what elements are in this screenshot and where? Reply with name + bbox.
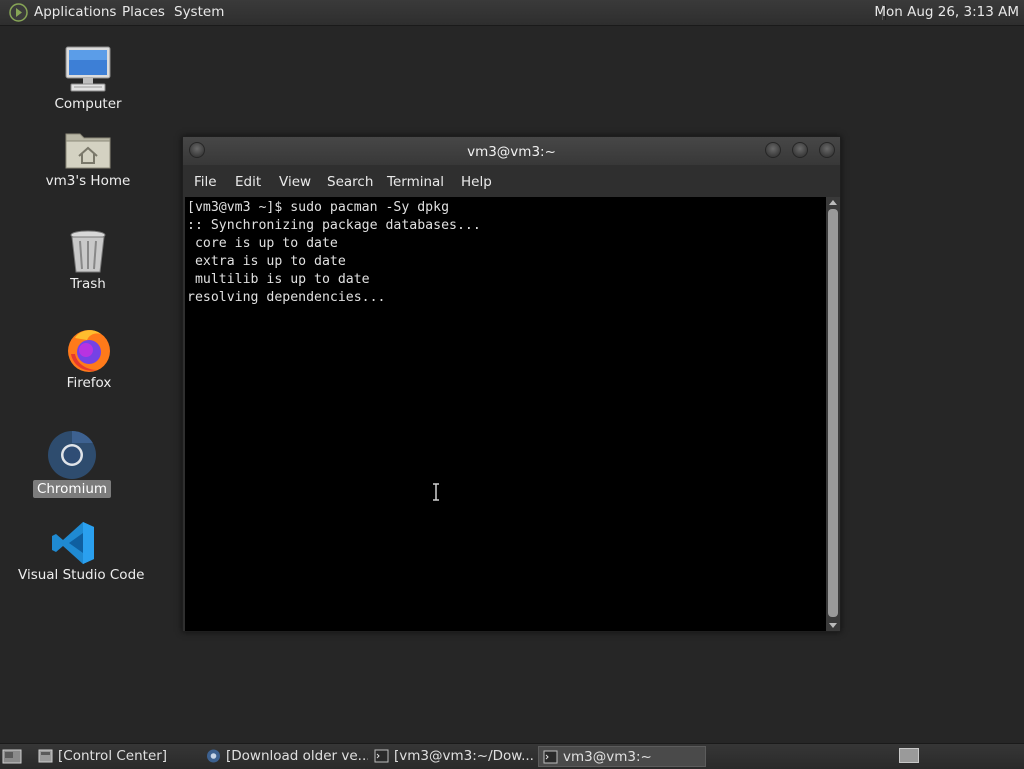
- scrollbar-thumb[interactable]: [828, 209, 838, 617]
- terminal-icon: [374, 749, 389, 763]
- clock[interactable]: Mon Aug 26, 3:13 AM: [874, 4, 1019, 20]
- top-panel: Applications Places System Mon Aug 26, 3…: [0, 0, 1024, 26]
- workspace-switcher[interactable]: [899, 748, 919, 763]
- minimize-button[interactable]: [765, 142, 781, 158]
- desktop-icon-label: Computer: [54, 96, 122, 112]
- taskbar-label: [Control Center]: [58, 748, 168, 764]
- taskbar-item-chromium[interactable]: [Download older ve...: [202, 746, 368, 767]
- mate-logo-icon[interactable]: [9, 3, 28, 22]
- places-menu[interactable]: Places: [122, 4, 165, 20]
- taskbar-label: [vm3@vm3:~/Dow...: [394, 748, 534, 764]
- desktop-icon-home[interactable]: vm3's Home: [28, 128, 148, 190]
- window-titlebar[interactable]: vm3@vm3:~: [183, 137, 840, 165]
- window-title: vm3@vm3:~: [467, 144, 556, 160]
- bottom-panel: [Control Center] [Download older ve... […: [0, 743, 1024, 769]
- terminal-scrollbar[interactable]: [826, 197, 840, 631]
- show-desktop-icon[interactable]: [2, 748, 22, 764]
- ibeam-cursor-icon: [433, 483, 439, 501]
- close-button[interactable]: [819, 142, 835, 158]
- menu-view[interactable]: View: [279, 174, 311, 190]
- applications-menu[interactable]: Applications: [34, 4, 116, 20]
- terminal-icon: [543, 750, 558, 764]
- scroll-down-arrow-icon[interactable]: [829, 623, 837, 628]
- scroll-up-arrow-icon[interactable]: [829, 200, 837, 205]
- desktop-icon-label: Visual Studio Code: [18, 567, 145, 583]
- maximize-button[interactable]: [792, 142, 808, 158]
- desktop-icon-label: Firefox: [66, 375, 112, 391]
- terminal-output: [vm3@vm3 ~]$ sudo pacman -Sy dpkg :: Syn…: [187, 200, 481, 305]
- home-folder-icon: [65, 133, 111, 169]
- computer-icon: [65, 46, 111, 92]
- taskbar-item-terminal-downloads[interactable]: [vm3@vm3:~/Dow...: [370, 746, 534, 767]
- menu-help[interactable]: Help: [461, 174, 492, 190]
- desktop-icon-chromium[interactable]: Chromium: [12, 430, 132, 498]
- system-menu[interactable]: System: [174, 4, 224, 20]
- terminal-window[interactable]: vm3@vm3:~ File Edit View Search Terminal…: [182, 136, 841, 632]
- desktop-icon-label: Chromium: [32, 480, 112, 498]
- taskbar-item-control-center[interactable]: [Control Center]: [34, 746, 194, 767]
- menu-search[interactable]: Search: [327, 174, 373, 190]
- desktop-icon-computer[interactable]: Computer: [28, 45, 148, 113]
- menu-terminal[interactable]: Terminal: [387, 174, 444, 190]
- menu-edit[interactable]: Edit: [235, 174, 261, 190]
- trash-icon: [70, 230, 106, 273]
- desktop-icon-firefox[interactable]: Firefox: [29, 326, 149, 392]
- desktop-icon-vscode[interactable]: Visual Studio Code: [14, 520, 144, 584]
- taskbar-label: vm3@vm3:~: [563, 749, 652, 765]
- desktop-icon-label: Trash: [70, 276, 106, 292]
- control-center-icon: [38, 749, 53, 763]
- taskbar-item-terminal-active[interactable]: vm3@vm3:~: [538, 746, 706, 767]
- firefox-icon: [68, 330, 110, 372]
- chromium-icon: [207, 749, 220, 763]
- vscode-icon: [52, 522, 94, 564]
- desktop-icon-trash[interactable]: Trash: [28, 229, 148, 293]
- terminal-menubar: File Edit View Search Terminal Help: [183, 167, 840, 195]
- taskbar-label: [Download older ve...: [226, 748, 368, 764]
- menu-file[interactable]: File: [194, 174, 217, 190]
- terminal-output-area[interactable]: [vm3@vm3 ~]$ sudo pacman -Sy dpkg :: Syn…: [185, 197, 826, 631]
- desktop-icon-label: vm3's Home: [45, 173, 131, 189]
- chromium-icon: [48, 431, 96, 479]
